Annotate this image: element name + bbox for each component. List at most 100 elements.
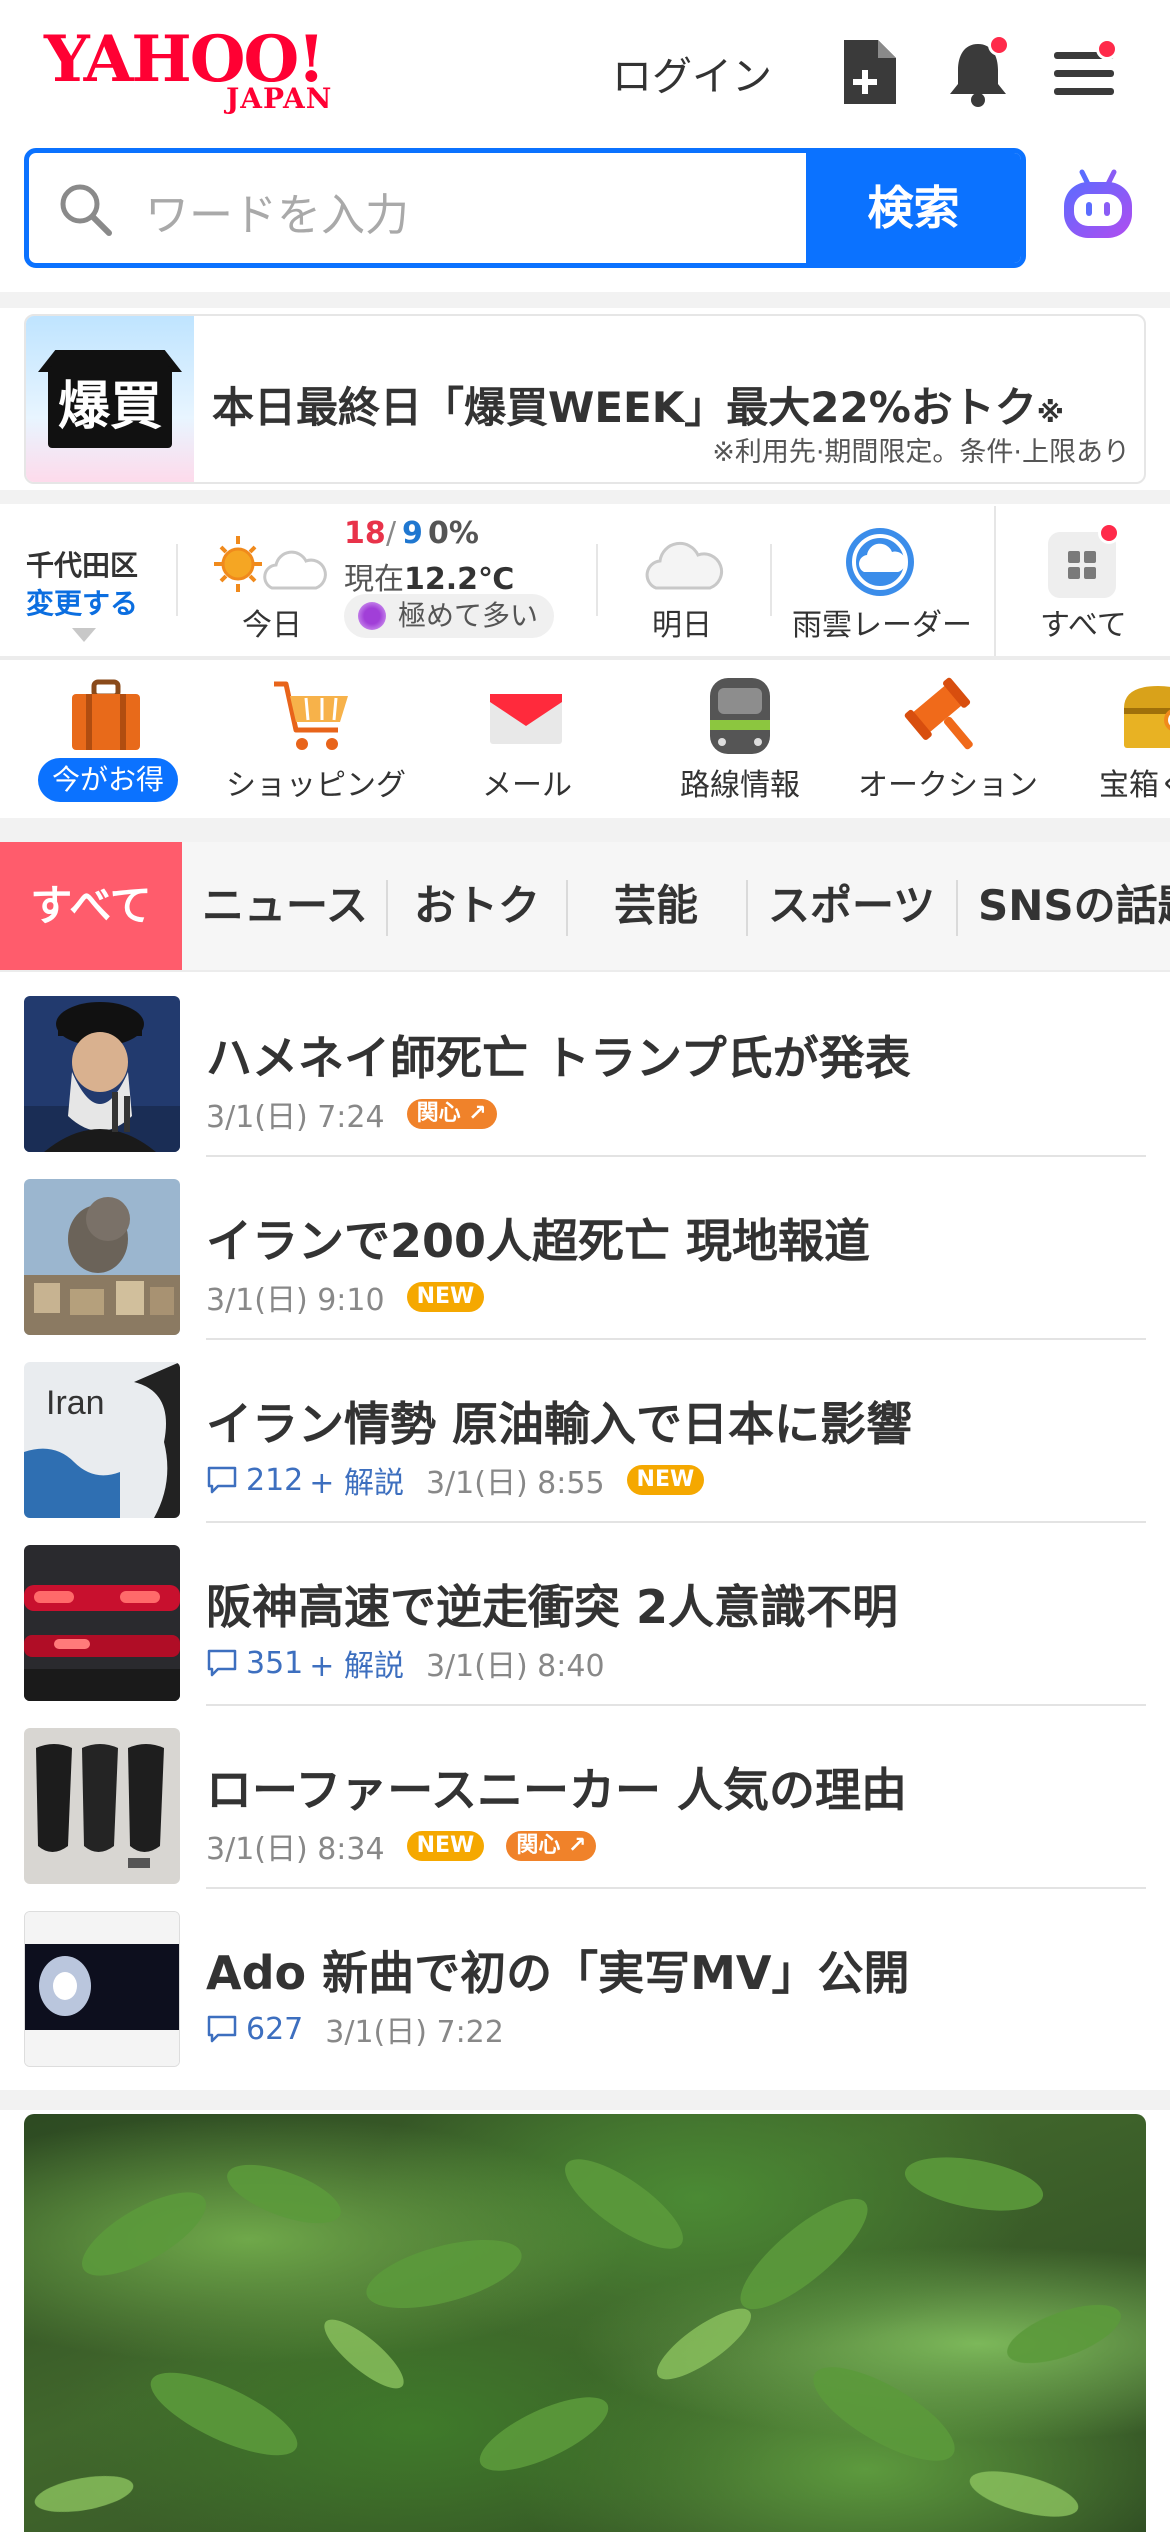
service-mail-label: メール xyxy=(482,768,572,803)
search-input[interactable]: ワードを入力 xyxy=(145,179,409,243)
news-time: 3/1(日) 7:22 xyxy=(325,2015,504,2050)
news-meta: 3/1(日) 7:24 関心 ↗ xyxy=(206,1092,497,1136)
interest-badge: 関心 ↗ xyxy=(506,1831,597,1861)
search-icon xyxy=(60,184,112,236)
train-icon xyxy=(710,678,770,754)
rain-radar-label: 雨雲レーダー xyxy=(792,608,972,643)
news-item[interactable]: Iran イラン情勢 原油輸入で日本に影響 212 + 解説 3/1(日) 8:5… xyxy=(0,1340,1170,1523)
section-divider xyxy=(0,818,1170,842)
service-transit-label: 路線情報 xyxy=(680,768,800,803)
svg-text:Iran: Iran xyxy=(46,1384,105,1422)
tab-deals[interactable]: おトク xyxy=(414,842,540,970)
service-shopping[interactable]: ショッピング xyxy=(220,660,410,816)
tab-separator xyxy=(386,880,388,936)
menu-dot xyxy=(1096,38,1118,60)
service-auction-label: オークション xyxy=(858,768,1038,803)
comment-icon xyxy=(207,1466,237,1494)
yahoo-japan-logo[interactable]: YAHOO! JAPAN xyxy=(44,28,364,118)
news-item[interactable]: イランで200人超死亡 現地報道 3/1(日) 9:10 NEW xyxy=(0,1157,1170,1340)
tab-separator xyxy=(746,880,748,936)
weather-widget: 千代田区 変更する 今日 18 / 9 0% 現在12.2℃ 極めて多い 明日 … xyxy=(0,506,1170,656)
news-time: 3/1(日) 7:24 xyxy=(206,1100,385,1135)
rain-chance: 0% xyxy=(428,516,479,551)
news-title: ローファースニーカー 人気の理由 xyxy=(206,1763,907,1817)
tab-news[interactable]: ニュース xyxy=(202,842,368,970)
interest-badge: 関心 ↗ xyxy=(406,1099,497,1129)
news-time: 3/1(日) 9:10 xyxy=(206,1283,385,1318)
temp-low: 9 xyxy=(402,516,423,551)
all-services-icon[interactable] xyxy=(1048,522,1120,598)
news-thumbnail xyxy=(24,1728,180,1884)
tab-entertainment[interactable]: 芸能 xyxy=(614,842,698,970)
section-divider xyxy=(0,2090,1170,2110)
news-item[interactable]: Ado 新曲で初の「実写MV」公開 627 3/1(日) 7:22 xyxy=(0,1889,1170,2072)
weather-divider xyxy=(176,544,178,616)
service-transit[interactable]: 路線情報 xyxy=(670,660,810,816)
service-shopping-label: ショッピング xyxy=(226,768,406,803)
weather-divider xyxy=(994,506,996,656)
logo-subtext: JAPAN xyxy=(226,82,333,115)
news-time: 3/1(日) 8:40 xyxy=(425,1649,605,1684)
service-treasure-label: 宝箱く xyxy=(1099,768,1170,803)
comment-count[interactable]: 212 + 解説 xyxy=(206,1458,404,1502)
tab-sports[interactable]: スポーツ xyxy=(768,842,935,970)
temp-high: 18 xyxy=(344,516,386,551)
news-time: 3/1(日) 8:34 xyxy=(206,1832,385,1867)
news-thumbnail xyxy=(24,996,180,1152)
tab-sns[interactable]: SNSの話題 xyxy=(978,842,1170,970)
new-badge: NEW xyxy=(406,1282,485,1312)
feature-image[interactable] xyxy=(24,2114,1146,2532)
change-location-link[interactable]: 変更する xyxy=(26,582,138,622)
service-auction[interactable]: オークション xyxy=(858,660,1038,816)
service-mail[interactable]: メール xyxy=(470,660,580,816)
banner-image: 爆買 xyxy=(26,316,194,482)
location-arrow-icon xyxy=(72,628,96,642)
news-title: Ado 新曲で初の「実写MV」公開 xyxy=(206,1946,910,2000)
weather-location: 千代田区 xyxy=(26,549,139,582)
service-treasure[interactable]: 宝箱く xyxy=(1096,660,1170,816)
search-button[interactable]: 検索 xyxy=(806,153,1021,263)
temp-slash: / xyxy=(386,516,397,551)
comment-count[interactable]: 627 xyxy=(206,2012,303,2047)
news-thumbnail: Iran xyxy=(24,1362,180,1518)
all-services-label: すべて xyxy=(1040,608,1127,643)
news-tabs: すべて ニュース おトク 芸能 スポーツ SNSの話題 xyxy=(0,842,1170,972)
service-deals[interactable]: 今がお得 xyxy=(30,660,180,816)
tomorrow-label: 明日 xyxy=(652,608,712,643)
pollen-icon xyxy=(358,602,386,630)
news-thumbnail xyxy=(24,1179,180,1335)
service-shortcuts: 今がお得 ショッピング メール 路線情報 オークション 宝箱 xyxy=(0,660,1170,816)
tab-separator xyxy=(566,880,568,936)
notification-bell-icon[interactable] xyxy=(946,34,1010,108)
news-meta: 3/1(日) 9:10 NEW xyxy=(206,1275,485,1319)
today-label: 今日 xyxy=(242,608,302,643)
login-link[interactable]: ログイン xyxy=(612,44,772,102)
current-temp: 現在12.2℃ xyxy=(344,562,515,597)
sunny-cloudy-icon[interactable] xyxy=(206,532,342,602)
news-title: イランで200人超死亡 現地報道 xyxy=(206,1214,871,1268)
news-meta: 3/1(日) 8:34 NEW 関心 ↗ xyxy=(206,1824,597,1868)
rain-radar-icon[interactable] xyxy=(842,524,918,600)
cart-icon xyxy=(274,681,348,750)
comment-icon xyxy=(207,1649,237,1677)
add-document-icon[interactable] xyxy=(838,36,902,108)
cloudy-icon[interactable] xyxy=(640,534,724,592)
mail-icon xyxy=(490,694,562,744)
news-item[interactable]: ハメネイ師死亡 トランプ氏が発表 3/1(日) 7:24 関心 ↗ xyxy=(0,974,1170,1157)
pollen-badge[interactable]: 極めて多い xyxy=(344,594,555,638)
tab-all[interactable]: すべて xyxy=(0,842,182,970)
news-item[interactable]: 阪神高速で逆走衝突 2人意識不明 351 + 解説 3/1(日) 8:40 xyxy=(0,1523,1170,1706)
news-thumbnail xyxy=(24,1911,180,2067)
promo-banner[interactable]: 爆買 本日最終日「爆買WEEK」最大22%おトク※ ※利用先·期間限定。条件·上… xyxy=(24,314,1146,484)
banner-badge: 爆買 xyxy=(48,366,172,448)
all-services-dot xyxy=(1098,522,1120,544)
notification-dot xyxy=(988,34,1010,56)
banner-title: 本日最終日「爆買WEEK」最大22%おトク※ xyxy=(212,383,1065,432)
news-item[interactable]: ローファースニーカー 人気の理由 3/1(日) 8:34 NEW 関心 ↗ xyxy=(0,1706,1170,1889)
comment-count[interactable]: 351 + 解説 xyxy=(206,1641,404,1685)
treasure-icon xyxy=(1124,686,1170,748)
ai-assistant-icon[interactable] xyxy=(1058,166,1138,246)
gavel-icon xyxy=(904,677,973,750)
menu-icon[interactable] xyxy=(1052,36,1118,108)
tab-separator xyxy=(956,880,958,936)
